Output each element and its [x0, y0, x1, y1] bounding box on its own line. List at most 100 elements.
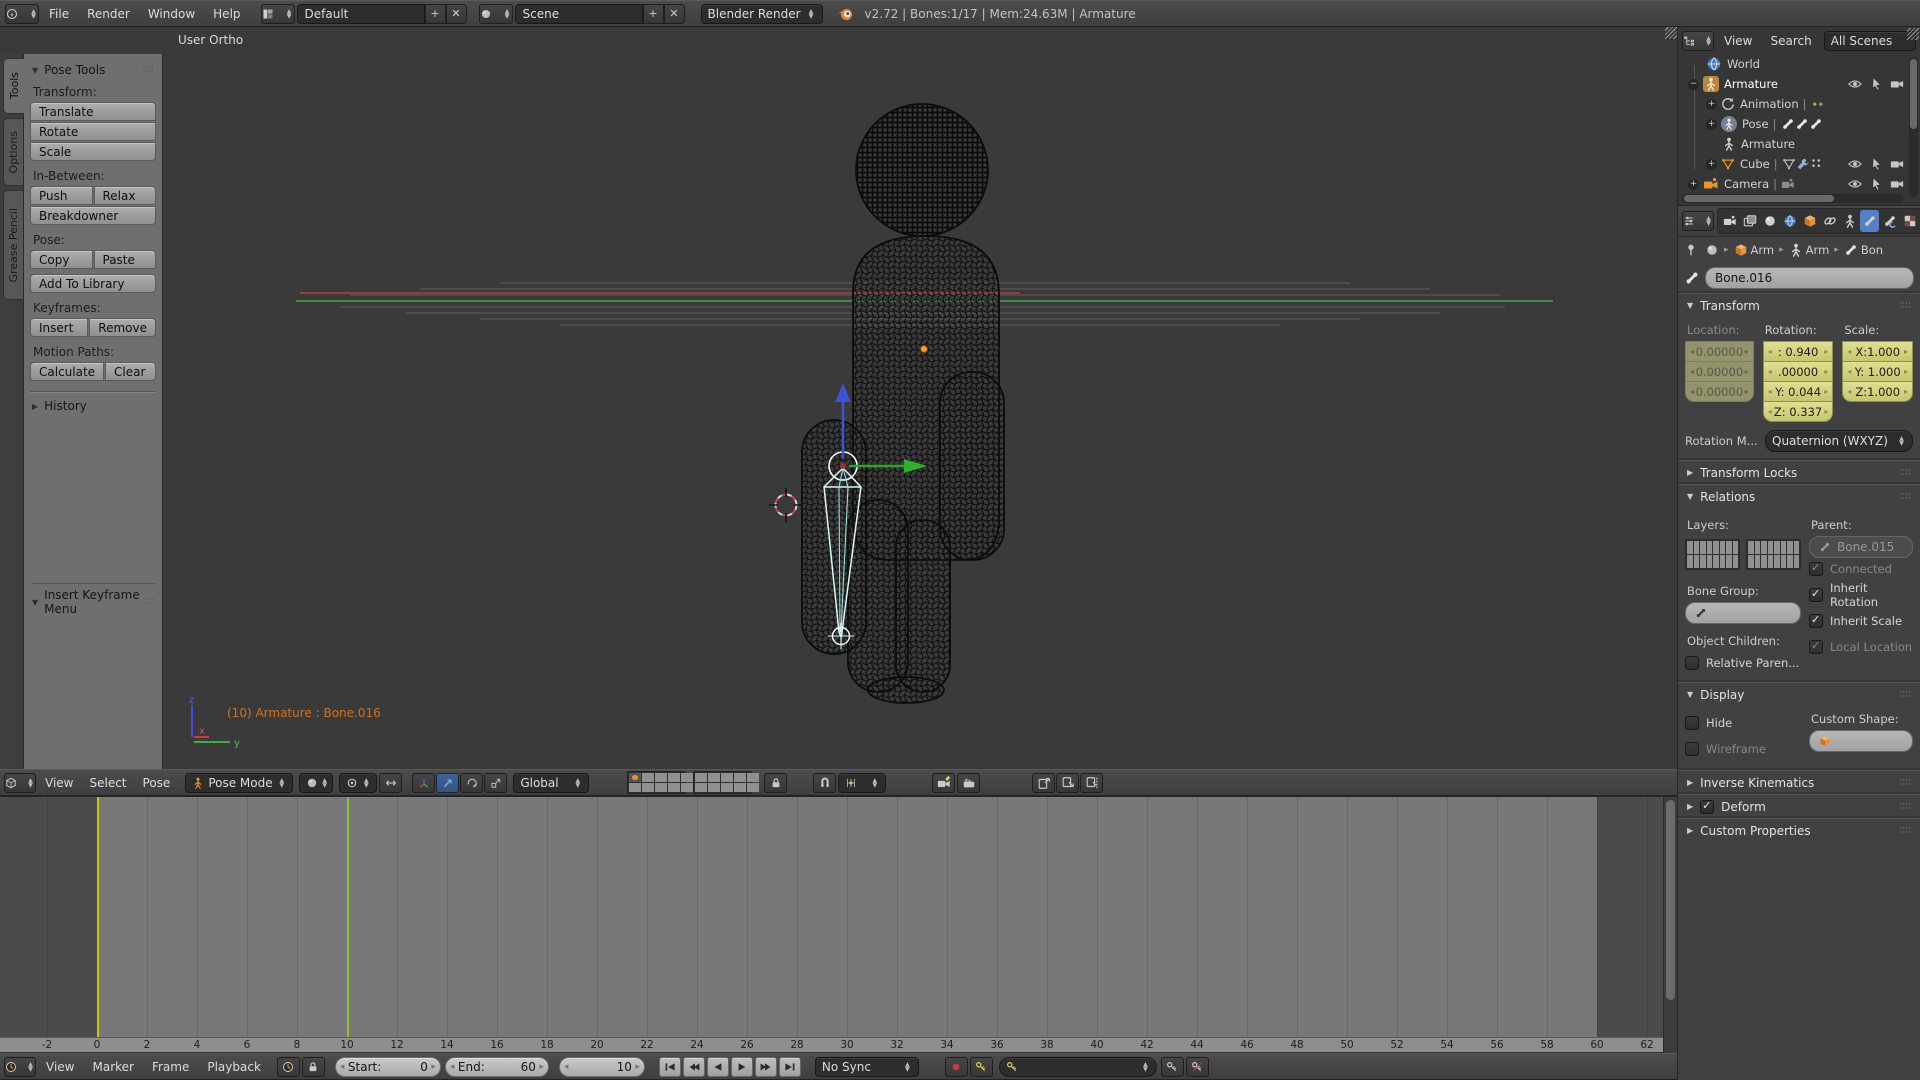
viewport-scene[interactable] — [163, 27, 1677, 769]
properties-tab-world[interactable] — [1780, 210, 1799, 232]
outliner-row-cube[interactable]: Cube | — [1678, 154, 1920, 174]
shelf-tab-options[interactable]: Options — [3, 118, 23, 186]
panel-drag-dots[interactable] — [1900, 827, 1911, 835]
layer-cell[interactable] — [1755, 555, 1761, 568]
camera-restrict-icon[interactable] — [1890, 77, 1904, 91]
remove-keyframe-button[interactable]: Remove — [89, 318, 156, 337]
timeline-scrollbar-thumb[interactable] — [1666, 800, 1675, 1000]
layer-cell[interactable] — [1720, 541, 1726, 554]
expand-toggle[interactable] — [1706, 119, 1717, 130]
layer-cell[interactable] — [1733, 555, 1739, 568]
calculate-paths-button[interactable]: Calculate — [30, 362, 104, 381]
layer-cell[interactable] — [1794, 555, 1800, 568]
inherit-scale-checkbox[interactable] — [1809, 614, 1823, 628]
panel-header-history[interactable]: History — [32, 399, 156, 413]
collapse-toggle[interactable] — [1688, 79, 1699, 90]
expand-toggle[interactable] — [1706, 99, 1717, 110]
outliner-menu-view[interactable]: View — [1716, 34, 1760, 48]
scene-ball-icon[interactable] — [1705, 243, 1719, 257]
layer-cell[interactable] — [1713, 541, 1719, 554]
properties-tab-render[interactable] — [1720, 210, 1739, 232]
manipulator-scale-button[interactable] — [484, 773, 507, 793]
jump-to-start-button[interactable] — [659, 1057, 681, 1077]
layer-cell[interactable] — [1707, 555, 1713, 568]
outliner-row-pose[interactable]: Pose | — [1678, 114, 1920, 134]
vp-menu-view[interactable]: View — [38, 776, 80, 790]
paste-pose-icon-button[interactable] — [1056, 773, 1079, 793]
scale-x-field[interactable]: X:1.000 — [1842, 341, 1913, 362]
panel-drag-dots[interactable] — [1900, 691, 1911, 699]
scale-z-field[interactable]: Z:1.000 — [1842, 381, 1913, 402]
current-frame-line[interactable] — [347, 797, 349, 1037]
screen-layout-icon-button[interactable] — [261, 4, 295, 24]
panel-header-custom-properties[interactable]: Custom Properties — [1678, 818, 1920, 842]
object-cube-icon[interactable] — [1734, 243, 1748, 257]
add-layout-button[interactable]: + — [425, 4, 446, 24]
timeline-body[interactable] — [0, 797, 1663, 1037]
translate-button[interactable]: Translate — [30, 102, 156, 121]
viewport-shading-dropdown[interactable] — [299, 773, 333, 793]
wireframe-checkbox[interactable] — [1685, 742, 1699, 756]
location-x-field[interactable]: 0.00000 — [1685, 341, 1754, 362]
clear-paths-button[interactable]: Clear — [105, 362, 156, 381]
cursor-icon[interactable] — [1869, 77, 1883, 91]
expand-toggle[interactable] — [1706, 159, 1717, 170]
tl-menu-playback[interactable]: Playback — [199, 1060, 269, 1074]
outliner-hscrollbar-thumb[interactable] — [1684, 195, 1834, 202]
breadcrumb-bone[interactable]: Bon — [1861, 243, 1883, 257]
rotation-z-field[interactable]: Z: 0.337 — [1763, 401, 1834, 422]
play-button[interactable] — [731, 1057, 753, 1077]
layer-cell[interactable] — [642, 773, 654, 782]
pivot-point-dropdown[interactable] — [339, 773, 377, 793]
layer-cell[interactable] — [1720, 555, 1726, 568]
jump-to-end-button[interactable] — [779, 1057, 801, 1077]
layer-cell[interactable] — [695, 773, 707, 782]
layer-cell[interactable] — [681, 773, 693, 782]
layer-cell[interactable] — [1694, 541, 1700, 554]
layer-cell[interactable] — [1687, 541, 1693, 554]
layer-cell[interactable] — [708, 773, 720, 782]
layer-cell[interactable] — [1694, 555, 1700, 568]
editor-type-button-info[interactable] — [5, 4, 39, 24]
insert-keyframes-button[interactable] — [1161, 1057, 1184, 1077]
panel-drag-dots[interactable] — [1900, 779, 1911, 787]
location-z-field[interactable]: 0.00000 — [1685, 381, 1754, 402]
layer-cell[interactable] — [1761, 541, 1767, 554]
paste-pose-button[interactable]: Paste — [94, 250, 157, 269]
scale-y-field[interactable]: Y: 1.000 — [1842, 361, 1913, 382]
layer-cell[interactable] — [1700, 555, 1706, 568]
rotation-w-field[interactable]: : 0.940 — [1763, 341, 1834, 362]
properties-tab-bone[interactable] — [1860, 210, 1879, 232]
expand-toggle[interactable] — [1688, 179, 1699, 190]
outliner-row-camera[interactable]: Camera | — [1678, 174, 1920, 194]
layer-cell[interactable] — [1748, 555, 1754, 568]
use-preview-range-button[interactable] — [277, 1057, 300, 1077]
eye-icon[interactable] — [1848, 157, 1862, 171]
layer-cell[interactable] — [1768, 555, 1774, 568]
layer-cell[interactable] — [655, 783, 667, 792]
scene-icon-button[interactable] — [479, 4, 513, 24]
sync-mode-dropdown[interactable]: No Sync — [815, 1057, 919, 1077]
viewport-canvas[interactable] — [163, 27, 1677, 769]
scale-button[interactable]: Scale — [30, 142, 156, 161]
rotation-x-field[interactable]: .00000 — [1763, 361, 1834, 382]
properties-tab-bone-constraint[interactable] — [1880, 210, 1899, 232]
record-autokey-button[interactable] — [945, 1057, 968, 1077]
properties-tab-data[interactable] — [1840, 210, 1859, 232]
editor-type-button-properties[interactable] — [1682, 211, 1714, 231]
layer-cell[interactable] — [695, 783, 707, 792]
layer-cell[interactable] — [734, 773, 746, 782]
snap-element-dropdown[interactable] — [838, 773, 886, 793]
cursor-3d[interactable] — [769, 488, 803, 522]
layer-cell[interactable] — [1774, 541, 1780, 554]
local-location-checkbox[interactable] — [1809, 640, 1823, 654]
panel-drag-dots[interactable] — [143, 66, 154, 74]
snap-toggle-button[interactable] — [813, 773, 836, 793]
deform-checkbox[interactable] — [1700, 800, 1714, 814]
render-engine-dropdown[interactable]: Blender Render — [701, 4, 823, 24]
layer-cell[interactable] — [721, 773, 733, 782]
layer-cell[interactable] — [708, 783, 720, 792]
layer-cell[interactable] — [1733, 541, 1739, 554]
push-button[interactable]: Push — [30, 186, 93, 205]
outliner-vscrollbar-thumb[interactable] — [1910, 59, 1917, 129]
